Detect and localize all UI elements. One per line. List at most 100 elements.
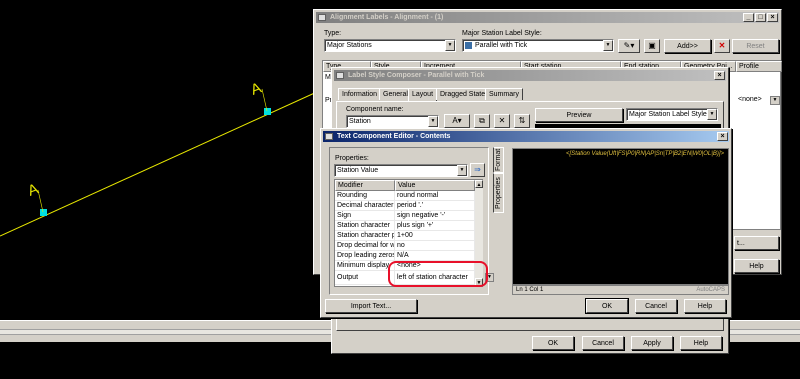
type-label: Type: <box>324 30 342 37</box>
alignment-help-button[interactable]: Help <box>734 259 779 273</box>
text-editor-area[interactable]: <[Station Value(Uft|FS|P0|RN|AP|Sn|TP|B2… <box>512 148 729 285</box>
tab-layout[interactable]: Layout <box>408 88 438 102</box>
value-cell[interactable]: 1+00 <box>395 231 475 241</box>
properties-value: Station Value <box>337 167 379 174</box>
component-name-dropdown[interactable]: Station ▼ <box>346 115 439 128</box>
import-text-button[interactable]: Import Text... <box>325 299 417 313</box>
style-dropdown[interactable]: Parallel with Tick ▼ <box>462 39 614 52</box>
preview-icon[interactable]: ▣ <box>644 39 660 53</box>
style-value: Parallel with Tick <box>475 42 528 49</box>
chevron-down-icon[interactable]: ▼ <box>428 116 438 127</box>
window-icon <box>325 133 333 140</box>
close-icon[interactable]: × <box>714 71 725 80</box>
table-row[interactable]: Drop leading zeros N/A <box>335 251 475 261</box>
table-row[interactable]: Rounding round normal <box>335 191 475 201</box>
import-button[interactable]: t... <box>734 236 779 250</box>
value-cell[interactable]: round normal <box>395 191 475 201</box>
preview-label: Preview <box>535 108 623 122</box>
editor-statusbar: Ln 1 Col 1 AutoCAPS <box>512 285 729 295</box>
tab-summary[interactable]: Summary <box>485 88 523 100</box>
style-icon <box>465 42 472 49</box>
text-component-icon[interactable]: A▾ <box>444 114 470 128</box>
chevron-down-icon[interactable]: ▼ <box>603 40 613 51</box>
composer-title: Label Style Composer - Parallel with Tic… <box>348 72 485 79</box>
grip-marker-2[interactable] <box>264 108 271 115</box>
tab-dragged-state[interactable]: Dragged State <box>436 88 490 100</box>
minimize-icon[interactable]: _ <box>743 13 754 22</box>
grip-marker-1[interactable] <box>40 209 47 216</box>
station-tick-2 <box>261 88 268 112</box>
chevron-down-icon[interactable]: ▼ <box>770 96 780 105</box>
window-icon <box>318 14 326 21</box>
alignment-title: Alignment Labels - Alignment - (1) <box>330 14 444 21</box>
maximize-icon[interactable]: □ <box>755 13 766 22</box>
value-cell[interactable]: N/A <box>395 251 475 261</box>
profile-value[interactable]: <none> <box>738 96 762 103</box>
edit-style-icon[interactable]: ✎▾ <box>618 39 640 53</box>
component-name-label: Component name: <box>346 106 404 113</box>
tab-format[interactable]: Format <box>493 147 504 173</box>
table-row[interactable]: Station character plus sign '+' <box>335 221 475 231</box>
composer-tabs: Information General Layout Dragged State… <box>336 88 724 102</box>
table-row[interactable]: Sign sign negative '-' <box>335 211 475 221</box>
highlight-oval <box>388 261 488 287</box>
style-label: Major Station Label Style: <box>462 30 542 37</box>
tab-general[interactable]: General <box>379 88 412 100</box>
modifier-cell: Drop decimal for wi <box>337 241 395 251</box>
table-row[interactable]: Drop decimal for wi no <box>335 241 475 251</box>
station-label-1: A <box>26 180 41 199</box>
preview-value: Major Station Label Style <box>629 111 707 118</box>
autocaps-indicator: AutoCAPS <box>696 287 725 293</box>
composer-titlebar[interactable]: Label Style Composer - Parallel with Tic… <box>334 70 726 81</box>
delete-component-icon[interactable]: ✕ <box>494 114 510 128</box>
type-dropdown[interactable]: Major Stations ▼ <box>324 39 456 52</box>
modifier-cell: Drop leading zeros <box>337 251 395 261</box>
value-cell[interactable]: no <box>395 241 475 251</box>
add-button[interactable]: Add>> <box>664 39 711 53</box>
composer-cancel-button[interactable]: Cancel <box>582 336 624 350</box>
tab-properties[interactable]: Properties <box>493 173 504 213</box>
insert-property-icon[interactable]: ⇒ <box>470 163 485 177</box>
reset-button[interactable]: Reset <box>732 39 779 53</box>
properties-dropdown[interactable]: Station Value ▼ <box>334 164 468 177</box>
scroll-up-icon[interactable]: ▲ <box>475 180 483 188</box>
alignment-titlebar[interactable]: Alignment Labels - Alignment - (1) _ □ × <box>316 12 779 23</box>
value-cell[interactable]: sign negative '-' <box>395 211 475 221</box>
draw-order-icon[interactable]: ⇅ <box>514 114 530 128</box>
chevron-down-icon[interactable]: ▼ <box>445 40 455 51</box>
text-component-editor-window: Text Component Editor - Contents × Prope… <box>320 128 732 318</box>
modifier-cell: Output <box>335 271 395 285</box>
component-name-value: Station <box>349 118 371 125</box>
row-partial-1: M <box>325 74 331 81</box>
tab-information[interactable]: Information <box>338 88 382 100</box>
chevron-down-icon[interactable]: ▼ <box>707 109 717 120</box>
close-icon[interactable]: × <box>767 13 778 22</box>
table-row[interactable]: Station character p 1+00 <box>335 231 475 241</box>
value-cell[interactable]: period '.' <box>395 201 475 211</box>
delete-icon[interactable]: ✕ <box>714 39 730 53</box>
value-cell[interactable]: plus sign '+' <box>395 221 475 231</box>
composer-apply-button[interactable]: Apply <box>631 336 673 350</box>
format-string[interactable]: <[Station Value(Uft|FS|P0|RN|AP|Sn|TP|B2… <box>566 151 724 157</box>
table-row[interactable]: Decimal character period '.' <box>335 201 475 211</box>
modifier-cell: Station character p <box>337 231 395 241</box>
chevron-down-icon[interactable]: ▼ <box>457 165 467 176</box>
composer-help-button[interactable]: Help <box>680 336 722 350</box>
col-profile[interactable]: Profile <box>736 61 782 72</box>
editor-help-button[interactable]: Help <box>684 299 726 313</box>
alignment-line[interactable] <box>0 85 331 237</box>
col-value[interactable]: Value <box>395 180 475 191</box>
editor-titlebar[interactable]: Text Component Editor - Contents × <box>323 131 729 142</box>
modifier-cell: Rounding <box>335 191 395 201</box>
editor-cancel-button[interactable]: Cancel <box>635 299 677 313</box>
composer-ok-button[interactable]: OK <box>532 336 574 350</box>
col-modifier[interactable]: Modifier <box>335 180 395 191</box>
properties-label: Properties: <box>335 155 369 162</box>
editor-ok-button[interactable]: OK <box>585 298 629 314</box>
close-icon[interactable]: × <box>717 132 728 141</box>
modifier-cell: Minimum display <box>335 261 395 271</box>
preview-dropdown[interactable]: Major Station Label Style ▼ <box>626 108 718 121</box>
modifier-cell: Sign <box>335 211 395 221</box>
copy-component-icon[interactable]: ⧉ <box>474 114 490 128</box>
modifier-cell: Station character <box>335 221 395 231</box>
